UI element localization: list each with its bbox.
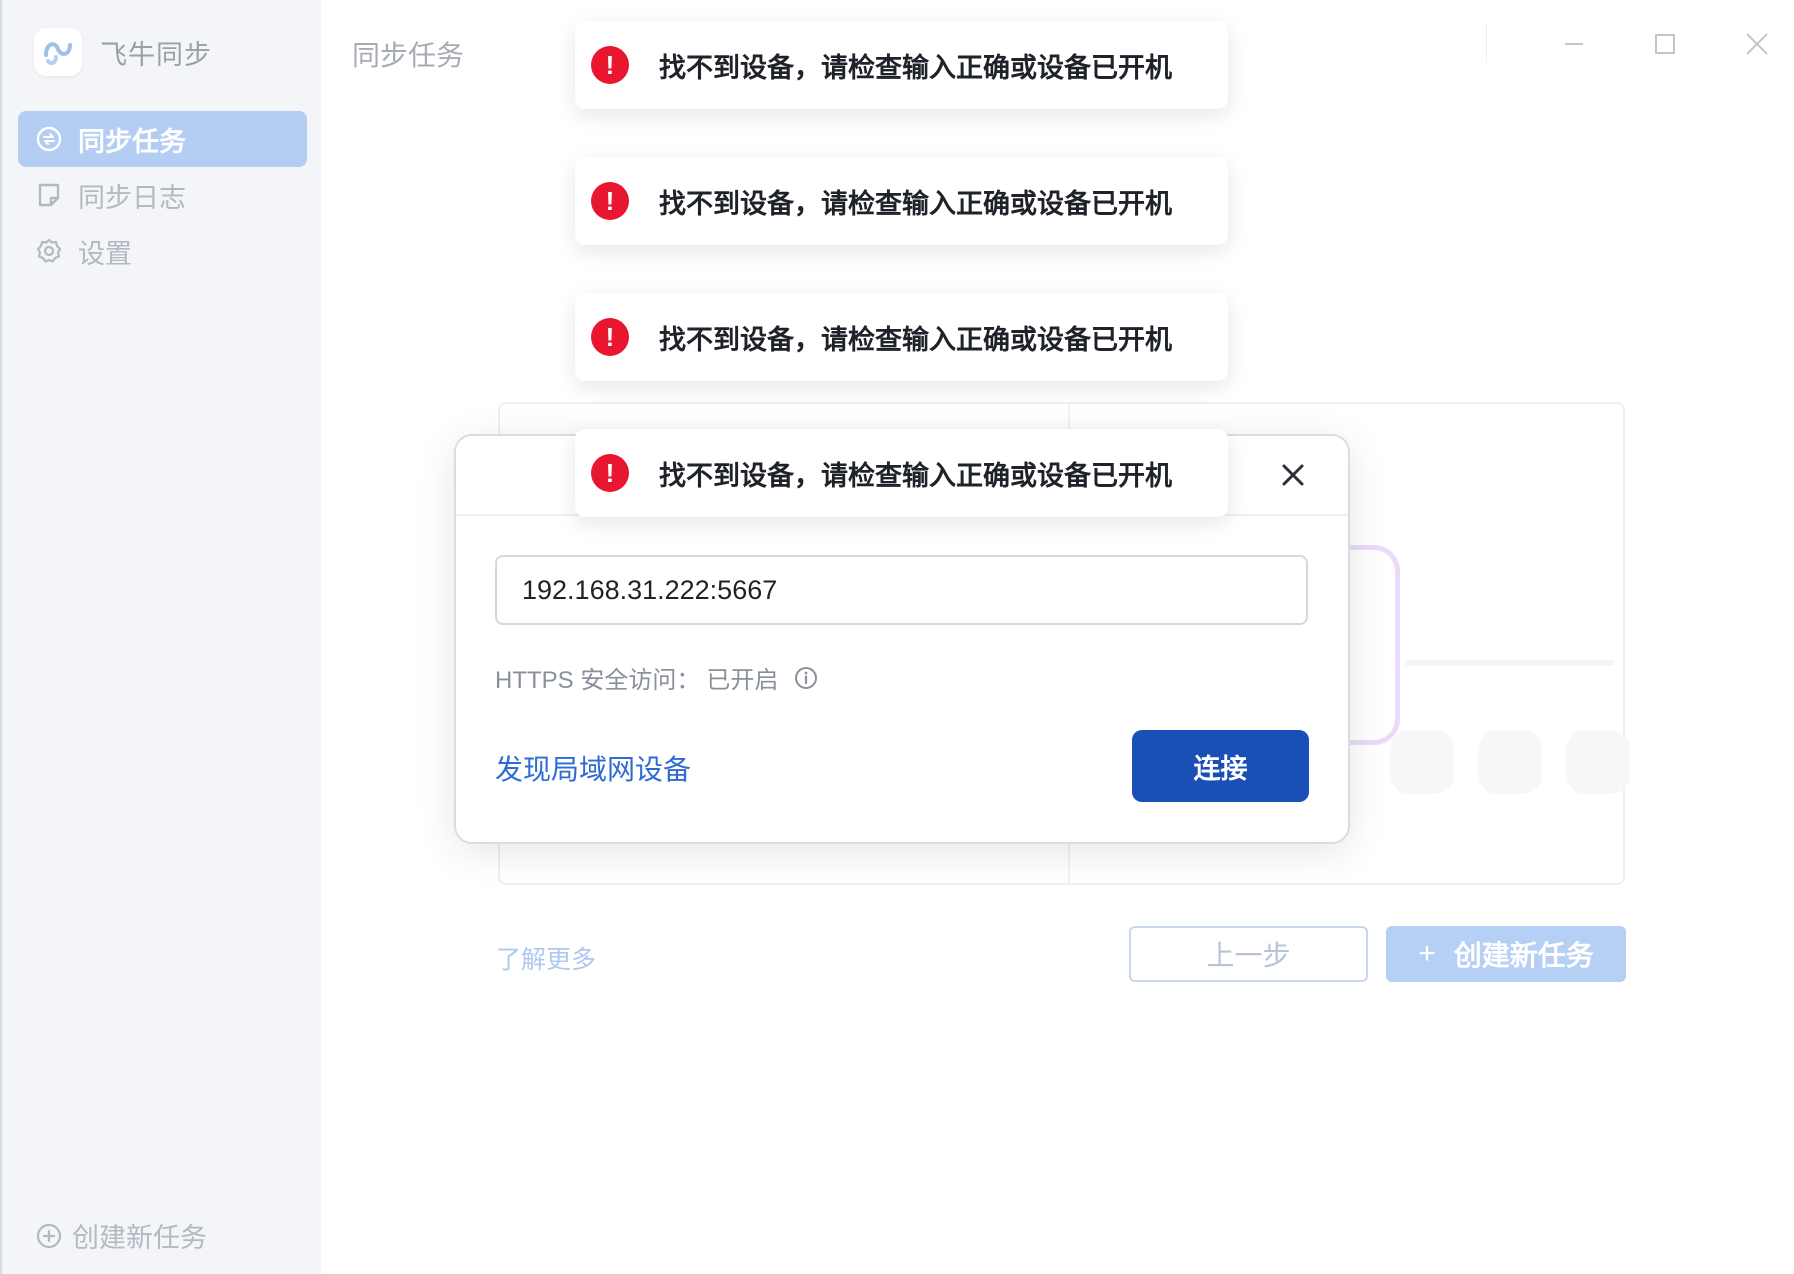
- error-toast: ! 找不到设备，请检查输入正确或设备已开机: [575, 429, 1228, 517]
- https-status-value: 已开启: [706, 667, 779, 694]
- sidebar-create-task-button[interactable]: 创建新任务: [36, 1216, 207, 1255]
- decorative-shape: [1478, 730, 1542, 794]
- page-title: 同步任务: [352, 40, 465, 71]
- sidebar-item-label: 同步任务: [78, 126, 186, 157]
- sidebar-item-sync-log[interactable]: 同步日志: [18, 167, 307, 223]
- decorative-shape: [1566, 730, 1630, 794]
- sidebar-item-settings[interactable]: 设置: [18, 223, 307, 279]
- sidebar-item-label: 设置: [78, 238, 132, 269]
- toast-message: 找不到设备，请检查输入正确或设备已开机: [659, 460, 1172, 491]
- maximize-button[interactable]: [1645, 26, 1685, 62]
- sidebar-item-label: 同步日志: [78, 182, 186, 213]
- create-task-label: 创建新任务: [72, 1223, 207, 1253]
- connect-button[interactable]: 连接: [1132, 730, 1309, 802]
- titlebar-divider: [1486, 22, 1487, 62]
- dialog-close-button[interactable]: [1272, 454, 1314, 496]
- https-status-row: HTTPS 安全访问： 已开启: [495, 660, 818, 695]
- error-toast: ! 找不到设备，请检查输入正确或设备已开机: [575, 157, 1228, 245]
- toast-message: 找不到设备，请检查输入正确或设备已开机: [659, 324, 1172, 355]
- error-toast: ! 找不到设备，请检查输入正确或设备已开机: [575, 21, 1228, 109]
- gear-icon: [36, 238, 62, 263]
- learn-more-link[interactable]: 了解更多: [496, 940, 596, 976]
- error-toast: ! 找不到设备，请检查输入正确或设备已开机: [575, 293, 1228, 381]
- minimize-button[interactable]: [1554, 26, 1594, 62]
- plus-icon: +: [1418, 937, 1436, 970]
- app-logo-icon: [44, 42, 72, 66]
- minimize-icon: [1565, 43, 1583, 45]
- decorative-shape: [1390, 730, 1454, 794]
- app-logo-row: 飞牛同步: [34, 28, 212, 76]
- close-icon: [1746, 33, 1768, 55]
- plus-circle-icon: [36, 1223, 62, 1248]
- info-icon[interactable]: [794, 666, 818, 690]
- error-icon: !: [591, 182, 629, 220]
- decorative-line: [1405, 660, 1615, 666]
- create-task-button[interactable]: + 创建新任务: [1386, 926, 1626, 982]
- maximize-icon: [1655, 34, 1675, 54]
- app-name: 飞牛同步: [100, 39, 212, 70]
- sidebar-nav: 同步任务 同步日志 设置: [18, 111, 307, 279]
- sync-task-icon: [36, 126, 62, 152]
- https-label: HTTPS 安全访问：: [495, 667, 701, 694]
- device-address-input[interactable]: [495, 555, 1308, 625]
- sidebar: 飞牛同步 同步任务 同步日志 设置 创建新任务: [0, 0, 321, 1274]
- error-icon: !: [591, 318, 629, 356]
- close-icon: [1282, 464, 1304, 486]
- error-icon: !: [591, 454, 629, 492]
- error-icon: !: [591, 46, 629, 84]
- create-task-button-label: 创建新任务: [1453, 940, 1594, 971]
- toast-message: 找不到设备，请检查输入正确或设备已开机: [659, 188, 1172, 219]
- window-close-button[interactable]: [1737, 26, 1777, 62]
- prev-step-button[interactable]: 上一步: [1129, 926, 1368, 982]
- discover-lan-devices-link[interactable]: 发现局域网设备: [495, 748, 691, 788]
- app-logo: [34, 28, 82, 76]
- sidebar-item-sync-tasks[interactable]: 同步任务: [18, 111, 307, 167]
- log-icon: [38, 183, 60, 207]
- toast-message: 找不到设备，请检查输入正确或设备已开机: [659, 52, 1172, 83]
